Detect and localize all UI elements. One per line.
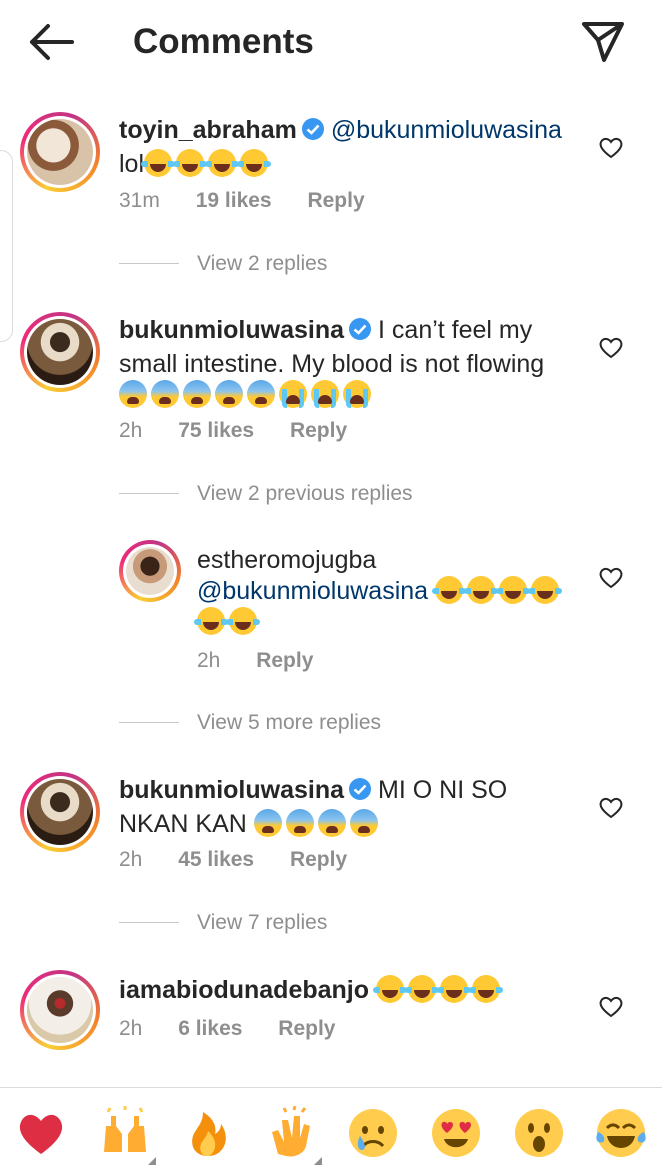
- laughing-emoji-icon: [436, 975, 471, 1003]
- comment-text: iamabiodunadebanjo: [119, 975, 599, 1006]
- avatar[interactable]: [20, 970, 100, 1050]
- like-heart-icon[interactable]: [598, 995, 624, 1019]
- astonished-face-emoji-icon[interactable]: [512, 1106, 566, 1160]
- comment-username[interactable]: estheromojugba: [197, 546, 376, 574]
- anxious-face-emoji-icon: [349, 809, 378, 837]
- fire-emoji-icon[interactable]: [181, 1106, 235, 1160]
- skin-tone-indicator: [148, 1157, 156, 1165]
- anxious-face-emoji-icon: [119, 380, 147, 408]
- verified-badge-icon: [348, 317, 372, 349]
- clapping-hands-emoji-icon[interactable]: [264, 1105, 318, 1160]
- likes-count[interactable]: 75 likes: [178, 419, 254, 442]
- tears-of-joy-emoji-icon[interactable]: [594, 1106, 648, 1160]
- reply-button[interactable]: Reply: [290, 419, 347, 442]
- comment-meta: 2h 6 likes Reply: [119, 1016, 335, 1042]
- view-replies-line: [119, 263, 179, 264]
- likes-count[interactable]: 19 likes: [196, 189, 272, 212]
- comment-meta: 2h Reply: [197, 648, 313, 674]
- loudly-crying-emoji-icon: [279, 380, 307, 408]
- reaction-bar-divider: [0, 1087, 662, 1088]
- comment-text: estheromojugba @bukunmioluwasina: [194, 545, 597, 638]
- comment-username[interactable]: bukunmioluwasina: [119, 316, 344, 344]
- direct-send-icon[interactable]: [578, 18, 628, 66]
- skin-tone-indicator: [314, 1157, 322, 1165]
- comment-text: bukunmioluwasina MI O NI SO NKAN KAN: [119, 775, 599, 840]
- anxious-face-emoji-icon: [253, 809, 282, 837]
- comment-username[interactable]: iamabiodunadebanjo: [119, 976, 369, 1004]
- comment-time: 2h: [197, 649, 221, 672]
- avatar[interactable]: [119, 540, 181, 602]
- back-arrow-icon[interactable]: [26, 20, 76, 64]
- raising-hands-emoji-icon[interactable]: [98, 1106, 152, 1160]
- view-replies-line: [119, 493, 179, 494]
- comment-body: small intestine. My blood is not flowing: [119, 350, 545, 378]
- laughing-emoji-icon: [468, 975, 503, 1003]
- like-heart-icon[interactable]: [598, 136, 624, 160]
- laughing-emoji-icon: [528, 576, 563, 604]
- crying-face-emoji-icon[interactable]: [346, 1106, 400, 1160]
- view-replies-link[interactable]: View 2 previous replies: [197, 481, 413, 507]
- like-heart-icon[interactable]: [598, 796, 624, 820]
- view-replies-line: [119, 722, 179, 723]
- verified-badge-icon: [301, 117, 325, 149]
- reply-button[interactable]: Reply: [278, 1017, 335, 1040]
- avatar[interactable]: [20, 112, 100, 192]
- laughing-emoji-icon: [226, 607, 260, 635]
- anxious-face-emoji-icon: [215, 380, 243, 408]
- view-replies-line: [119, 922, 179, 923]
- anxious-face-emoji-icon: [247, 380, 275, 408]
- reply-button[interactable]: Reply: [290, 848, 347, 871]
- anxious-face-emoji-icon: [183, 380, 211, 408]
- laughing-emoji-icon: [194, 607, 228, 635]
- comment-meta: 2h 45 likes Reply: [119, 847, 347, 873]
- laughing-emoji-icon: [496, 576, 531, 604]
- like-heart-icon[interactable]: [598, 336, 624, 360]
- anxious-face-emoji-icon: [285, 809, 314, 837]
- view-replies-link[interactable]: View 2 replies: [197, 251, 327, 277]
- comment-body: I can’t feel my: [378, 316, 533, 344]
- laughing-emoji-icon: [173, 149, 208, 177]
- mention-link[interactable]: @bukunmioluwasina: [331, 116, 562, 144]
- loudly-crying-emoji-icon: [343, 380, 371, 408]
- laughing-emoji-icon: [237, 149, 272, 177]
- comment-text: bukunmioluwasina I can’t feel my small in…: [119, 315, 599, 411]
- comment-body: NKAN KAN: [119, 810, 247, 838]
- heart-eyes-emoji-icon[interactable]: [429, 1106, 483, 1160]
- edge-handle: [0, 150, 13, 342]
- avatar[interactable]: [20, 772, 100, 852]
- comment-time: 31m: [119, 189, 160, 212]
- avatar[interactable]: [20, 312, 100, 392]
- laughing-emoji-icon: [141, 149, 176, 177]
- laughing-emoji-icon: [464, 576, 499, 604]
- comment-body: MI O NI SO: [378, 776, 508, 804]
- reply-button[interactable]: Reply: [307, 189, 364, 212]
- page-title: Comments: [133, 22, 314, 61]
- laughing-emoji-icon: [404, 975, 439, 1003]
- comment-time: 2h: [119, 848, 143, 871]
- loudly-crying-emoji-icon: [311, 380, 339, 408]
- red-heart-emoji-icon[interactable]: [14, 1106, 68, 1160]
- anxious-face-emoji-icon: [317, 809, 346, 837]
- laughing-emoji-icon: [205, 149, 240, 177]
- view-replies-link[interactable]: View 7 replies: [197, 910, 327, 936]
- likes-count[interactable]: 6 likes: [178, 1017, 242, 1040]
- mention-link[interactable]: @bukunmioluwasina: [197, 577, 428, 605]
- reply-button[interactable]: Reply: [256, 649, 313, 672]
- comment-text: toyin_abraham @bukunmioluwasina lol: [119, 115, 599, 180]
- comment-username[interactable]: toyin_abraham: [119, 116, 297, 144]
- like-heart-icon[interactable]: [598, 566, 624, 590]
- laughing-emoji-icon: [372, 975, 407, 1003]
- comment-meta: 31m 19 likes Reply: [119, 188, 365, 214]
- comment-time: 2h: [119, 419, 143, 442]
- anxious-face-emoji-icon: [151, 380, 179, 408]
- comment-username[interactable]: bukunmioluwasina: [119, 776, 344, 804]
- verified-badge-icon: [348, 777, 372, 809]
- likes-count[interactable]: 45 likes: [178, 848, 254, 871]
- comment-meta: 2h 75 likes Reply: [119, 418, 347, 444]
- comment-time: 2h: [119, 1017, 143, 1040]
- header-bar: Comments: [0, 0, 662, 84]
- view-replies-link[interactable]: View 5 more replies: [197, 710, 381, 736]
- laughing-emoji-icon: [432, 576, 467, 604]
